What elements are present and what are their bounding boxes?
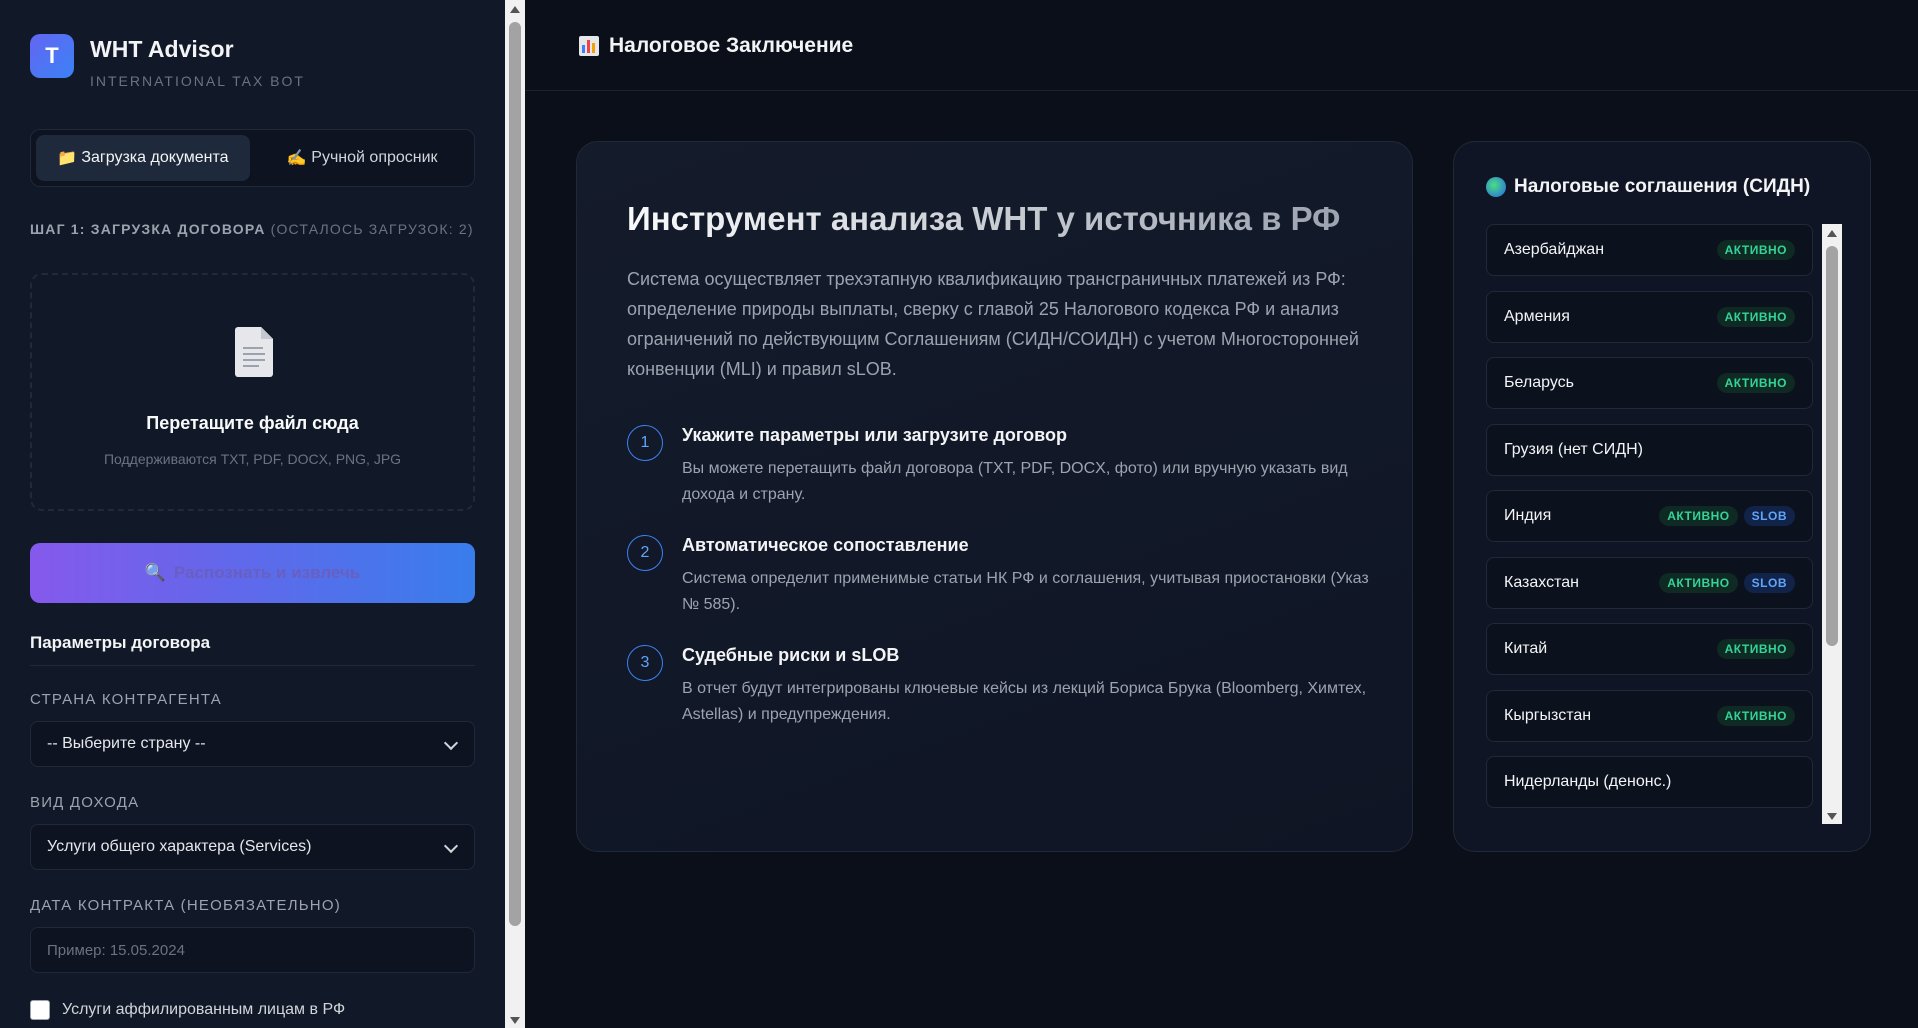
affiliated-row: Услуги аффилированным лицам в РФ (30, 1000, 345, 1020)
slob-badge: SLOB (1743, 506, 1795, 526)
status-badge: АКТИВНО (1716, 306, 1795, 327)
treaties-panel: Налоговые соглашения (СИДН) Азербайджан А… (1453, 141, 1871, 852)
treaty-country: Индия (1504, 507, 1552, 524)
dropzone-title: Перетащите файл сюда (146, 413, 359, 433)
step-text: Вы можете перетащить файл договора (TXT,… (682, 460, 1348, 503)
brand: T WHT Advisor INTERNATIONAL TAX BOT (30, 34, 305, 89)
affiliated-label: Услуги аффилированным лицам в РФ (62, 1001, 346, 1018)
sidebar: T WHT Advisor INTERNATIONAL TAX BOT 📁 За… (0, 0, 505, 1028)
treaty-country: Азербайджан (1504, 241, 1605, 258)
status-badge: АКТИВНО (1716, 639, 1795, 659)
chevron-down-icon (443, 838, 459, 854)
folder-icon: 📁 (56, 150, 77, 167)
treaty-country: Грузия (нет СИДН) (1504, 440, 1643, 458)
treaty-list-scrollbar[interactable] (1822, 224, 1842, 824)
scroll-down-icon[interactable] (510, 1017, 520, 1024)
treaty-country: Беларусь (1504, 374, 1574, 391)
tab-manual-questionnaire[interactable]: ✍️ Ручной опросник (256, 135, 470, 181)
treaty-country: Китай (1504, 640, 1548, 657)
topbar: Налоговое Заключение (525, 0, 1918, 91)
status-badge: АКТИВНО (1659, 506, 1738, 526)
country-select[interactable]: -- Выберите страну -- (30, 721, 475, 767)
treaties-title: Налоговые соглашения (СИДН) (1486, 176, 1810, 198)
brand-title: WHT Advisor (90, 36, 234, 62)
extract-button-label: Распознать и извлечь (173, 563, 361, 582)
income-label: ВИД ДОХОДА (30, 794, 140, 811)
tab-upload-document[interactable]: 📁 Загрузка документа (36, 135, 250, 181)
params-title: Параметры договора (30, 633, 475, 666)
step-title: Автоматическое сопоставление (682, 535, 969, 555)
scroll-up-icon[interactable] (510, 6, 520, 13)
scroll-up-icon[interactable] (1827, 230, 1837, 237)
globe-icon (1486, 177, 1506, 197)
treaty-item[interactable]: Кыргызстан АКТИВНО (1486, 689, 1813, 742)
sidebar-scrollbar[interactable] (505, 0, 525, 1028)
step-title: Укажите параметры или загрузите договор (682, 425, 1067, 445)
contract-date-input[interactable]: Пример: 15.05.2024 (30, 927, 475, 973)
file-dropzone[interactable]: Перетащите файл сюда Поддерживаются TXT,… (30, 273, 475, 511)
treaty-item[interactable]: Грузия (нет СИДН) (1486, 423, 1813, 476)
treaty-country: Кыргызстан (1504, 706, 1592, 724)
scroll-down-icon[interactable] (1827, 813, 1837, 820)
tab-label: Загрузка документа (81, 149, 229, 166)
intro-card: Инструмент анализа WHT у источника в РФ … (576, 141, 1413, 852)
brand-subtitle: INTERNATIONAL TAX BOT (90, 73, 305, 89)
intro-title: Инструмент анализа WHT у источника в РФ (627, 200, 1341, 237)
treaty-item[interactable]: Нидерланды (денонс.) (1486, 756, 1813, 808)
tab-label: Ручной опросник (311, 149, 438, 166)
main-content: Налоговое Заключение Инструмент анализа … (525, 0, 1918, 1028)
treaty-country: Казахстан (1504, 573, 1579, 591)
step-number: 2 (627, 535, 663, 571)
document-icon (235, 327, 273, 377)
chevron-down-icon (443, 735, 459, 751)
treaty-item[interactable]: Азербайджан АКТИВНО (1486, 224, 1813, 276)
mode-tabs: 📁 Загрузка документа ✍️ Ручной опросник (30, 129, 475, 187)
page-title: Налоговое Заключение (579, 34, 853, 58)
date-label: ДАТА КОНТРАКТА (НЕОБЯЗАТЕЛЬНО) (30, 897, 341, 914)
intro-description: Система осуществляет трехэтапную квалифи… (627, 269, 1359, 379)
status-badge: АКТИВНО (1716, 240, 1795, 260)
writing-hand-icon: ✍️ (286, 150, 307, 167)
step-number: 1 (627, 425, 663, 461)
treaty-item[interactable]: Казахстан АКТИВНО SLOB (1486, 556, 1813, 609)
scrollbar-thumb[interactable] (1826, 246, 1838, 646)
treaty-item[interactable]: Китай АКТИВНО (1486, 623, 1813, 675)
treaty-country: Армения (1504, 307, 1570, 325)
treaty-item[interactable]: Армения АКТИВНО (1486, 290, 1813, 343)
affiliated-checkbox[interactable] (30, 1000, 50, 1020)
dropzone-hint: Поддерживаются TXT, PDF, DOCX, PNG, JPG (103, 451, 402, 467)
treaty-item[interactable]: Беларусь АКТИВНО (1486, 357, 1813, 409)
status-badge: АКТИВНО (1716, 373, 1795, 393)
step-label: ШАГ 1: ЗАГРУЗКА ДОГОВОРА (ОСТАЛОСЬ ЗАГРУ… (30, 221, 474, 237)
income-type-select[interactable]: Услуги общего характера (Services) (30, 824, 475, 870)
step-number: 3 (627, 645, 663, 681)
country-label: СТРАНА КОНТРАГЕНТА (30, 691, 222, 708)
treaty-country: Нидерланды (денонс.) (1504, 773, 1672, 790)
uploads-remaining: (ОСТАЛОСЬ ЗАГРУЗОК: 2) (270, 221, 474, 237)
magnifier-icon: 🔍 (144, 563, 166, 582)
status-badge: АКТИВНО (1716, 705, 1795, 726)
step-title: Судебные риски и sLOB (682, 645, 900, 665)
status-badge: АКТИВНО (1659, 572, 1738, 593)
step-text: В отчет будут интегрированы ключевые кей… (682, 680, 1367, 723)
slob-badge: SLOB (1743, 572, 1795, 593)
extract-button[interactable]: 🔍 Распознать и извлечь (30, 543, 475, 603)
treaty-item[interactable]: Индия АКТИВНО SLOB (1486, 490, 1813, 542)
step-text: Система определит применимые статьи НК Р… (682, 570, 1369, 613)
brand-logo: T (30, 34, 74, 78)
scrollbar-thumb[interactable] (509, 22, 521, 926)
bar-chart-icon (579, 36, 599, 56)
